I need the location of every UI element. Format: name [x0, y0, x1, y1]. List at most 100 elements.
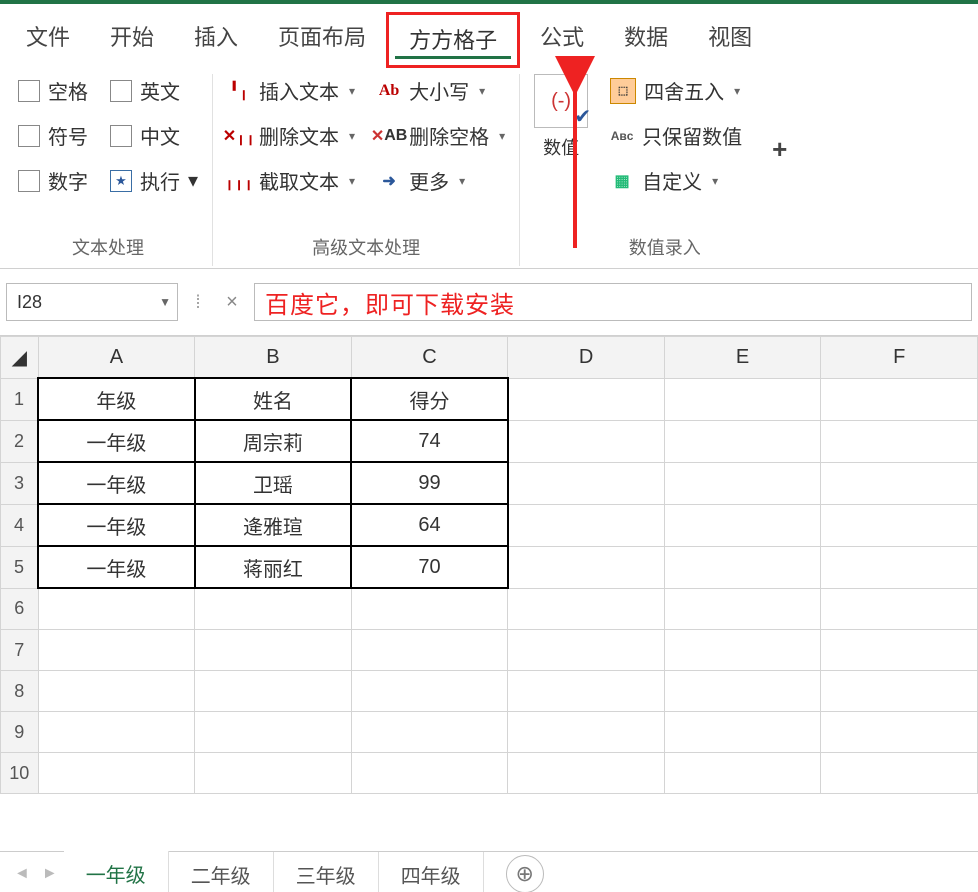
- check-english[interactable]: 英文: [110, 76, 198, 105]
- cancel-icon[interactable]: ×: [218, 291, 246, 314]
- cell[interactable]: [821, 588, 978, 630]
- cell[interactable]: [38, 630, 195, 671]
- cell[interactable]: [664, 630, 821, 671]
- cell[interactable]: [821, 630, 978, 671]
- cell[interactable]: 年级: [38, 378, 195, 420]
- cell[interactable]: [664, 420, 821, 462]
- row-header[interactable]: 3: [1, 462, 39, 504]
- row-header[interactable]: 5: [1, 546, 39, 588]
- tab-pagelayout[interactable]: 页面布局: [258, 12, 386, 62]
- cell[interactable]: [664, 378, 821, 420]
- execute-button[interactable]: ★执行▾: [110, 166, 198, 195]
- cell[interactable]: [195, 753, 352, 794]
- cell[interactable]: [821, 712, 978, 753]
- row-header[interactable]: 8: [1, 671, 39, 712]
- cell[interactable]: [821, 420, 978, 462]
- col-header[interactable]: B: [195, 337, 352, 379]
- value-big-button[interactable]: (-)✔ 数值: [534, 74, 588, 224]
- cell[interactable]: [664, 462, 821, 504]
- cell[interactable]: 周宗莉: [195, 420, 352, 462]
- cell[interactable]: 64: [351, 504, 508, 546]
- cell[interactable]: [508, 504, 665, 546]
- add-button[interactable]: +: [764, 134, 795, 165]
- row-header[interactable]: 6: [1, 588, 39, 630]
- cell[interactable]: [351, 630, 508, 671]
- cell[interactable]: 姓名: [195, 378, 352, 420]
- cell[interactable]: [821, 753, 978, 794]
- check-chinese[interactable]: 中文: [110, 121, 198, 150]
- cell[interactable]: [351, 753, 508, 794]
- cell[interactable]: [664, 671, 821, 712]
- cell[interactable]: [664, 504, 821, 546]
- cell[interactable]: 卫瑶: [195, 462, 352, 504]
- cell[interactable]: [508, 588, 665, 630]
- cell[interactable]: [351, 588, 508, 630]
- custom-button[interactable]: ▦自定义▾: [610, 166, 742, 195]
- sheet-tab[interactable]: 二年级: [169, 852, 274, 892]
- row-header[interactable]: 2: [1, 420, 39, 462]
- col-header[interactable]: D: [508, 337, 665, 379]
- cell[interactable]: 一年级: [38, 462, 195, 504]
- col-header[interactable]: A: [38, 337, 195, 379]
- cell[interactable]: 逄雅瑄: [195, 504, 352, 546]
- cell[interactable]: [508, 378, 665, 420]
- cell[interactable]: [38, 712, 195, 753]
- more-button[interactable]: ➜更多▾: [377, 166, 505, 195]
- cell[interactable]: [508, 753, 665, 794]
- check-symbol[interactable]: 符号: [18, 121, 88, 150]
- check-number[interactable]: 数字: [18, 166, 88, 195]
- tab-file[interactable]: 文件: [6, 12, 90, 62]
- col-header[interactable]: E: [664, 337, 821, 379]
- tab-formula[interactable]: 公式: [520, 12, 604, 62]
- cell[interactable]: 一年级: [38, 546, 195, 588]
- cell[interactable]: [508, 546, 665, 588]
- cell[interactable]: [821, 671, 978, 712]
- cell[interactable]: [351, 712, 508, 753]
- cell[interactable]: [508, 671, 665, 712]
- cell[interactable]: [195, 712, 352, 753]
- sheet-nav-prev[interactable]: ◄: [8, 865, 36, 883]
- case-button[interactable]: Ab大小写▾: [377, 76, 505, 105]
- add-sheet-button[interactable]: ⊕: [506, 855, 544, 892]
- delete-text-button[interactable]: ✕╷╷删除文本▾: [227, 121, 355, 150]
- worksheet[interactable]: ◢ A B C D E F 1年级姓名得分 2一年级周宗莉74 3一年级卫瑶99…: [0, 336, 978, 851]
- cell[interactable]: [351, 671, 508, 712]
- tab-view[interactable]: 视图: [688, 12, 772, 62]
- cell[interactable]: [821, 378, 978, 420]
- cell[interactable]: [508, 712, 665, 753]
- keep-value-button[interactable]: Aʙc只保留数值: [610, 121, 742, 150]
- cell[interactable]: [195, 671, 352, 712]
- cell[interactable]: 一年级: [38, 420, 195, 462]
- formula-bar[interactable]: 百度它，即可下载安装: [254, 283, 972, 321]
- cell[interactable]: [38, 588, 195, 630]
- row-header[interactable]: 7: [1, 630, 39, 671]
- delete-space-button[interactable]: ✕AB删除空格▾: [377, 121, 505, 150]
- round-button[interactable]: ⬚四舍五入▾: [610, 76, 742, 105]
- cell[interactable]: [508, 630, 665, 671]
- sheet-tab[interactable]: 三年级: [274, 852, 379, 892]
- insert-text-button[interactable]: ╹╷插入文本▾: [227, 76, 355, 105]
- tab-data[interactable]: 数据: [604, 12, 688, 62]
- cell[interactable]: [664, 712, 821, 753]
- cell[interactable]: 得分: [351, 378, 508, 420]
- cell[interactable]: 一年级: [38, 504, 195, 546]
- sheet-tab[interactable]: 一年级: [64, 851, 169, 892]
- cell[interactable]: [821, 504, 978, 546]
- cell[interactable]: [664, 753, 821, 794]
- row-header[interactable]: 1: [1, 378, 39, 420]
- cell[interactable]: 蒋丽红: [195, 546, 352, 588]
- cell[interactable]: [664, 588, 821, 630]
- cell[interactable]: [664, 546, 821, 588]
- check-space[interactable]: 空格: [18, 76, 88, 105]
- cell[interactable]: [195, 588, 352, 630]
- cell[interactable]: 70: [351, 546, 508, 588]
- sheet-tab[interactable]: 四年级: [379, 852, 484, 892]
- sheet-nav-next[interactable]: ►: [36, 865, 64, 883]
- row-header[interactable]: 4: [1, 504, 39, 546]
- row-header[interactable]: 9: [1, 712, 39, 753]
- cell[interactable]: [38, 753, 195, 794]
- row-header[interactable]: 10: [1, 753, 39, 794]
- tab-insert[interactable]: 插入: [174, 12, 258, 62]
- cell[interactable]: 74: [351, 420, 508, 462]
- cell[interactable]: 99: [351, 462, 508, 504]
